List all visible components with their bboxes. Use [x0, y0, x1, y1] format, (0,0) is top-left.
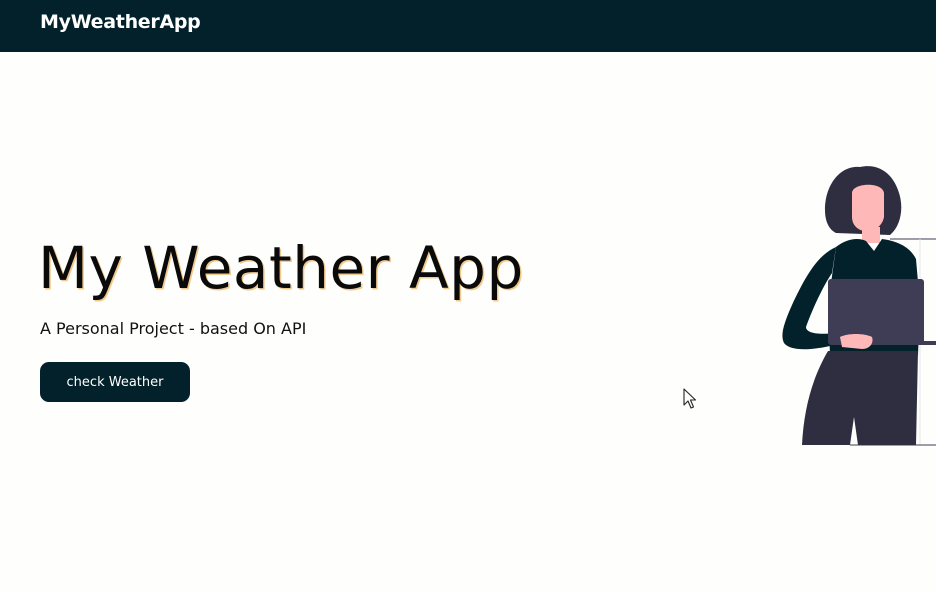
hero-title: My Weather App: [38, 234, 524, 302]
hero-subtitle: A Personal Project - based On API: [40, 319, 307, 338]
brand-logo-link[interactable]: MyWeatherApp: [40, 10, 201, 34]
check-weather-button[interactable]: check Weather: [40, 362, 190, 402]
woman-laptop-illustration: [782, 166, 936, 446]
navbar: MyWeatherApp: [0, 0, 936, 52]
mouse-pointer-icon: [683, 388, 697, 409]
